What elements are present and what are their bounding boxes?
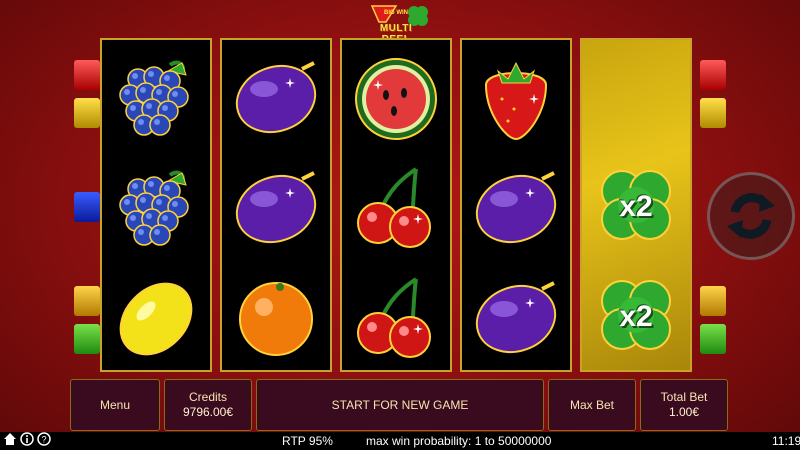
- reel-4: [460, 38, 572, 372]
- total-bet-display[interactable]: Total Bet 1.00€: [640, 379, 728, 431]
- credits-value: 9796.00€: [182, 405, 234, 419]
- plum-symbol: [222, 42, 330, 152]
- grapes-symbol: [102, 152, 210, 262]
- svg-text:?: ?: [41, 435, 46, 445]
- max-win-text: max win probability: 1 to 50000000: [366, 434, 552, 448]
- info-icon[interactable]: [20, 432, 34, 449]
- multiplier-label: x2: [619, 300, 653, 333]
- line-indicator: [74, 286, 100, 316]
- total-bet-value: 1.00€: [668, 405, 700, 419]
- reel-3: [340, 38, 452, 372]
- line-indicator: [74, 98, 100, 128]
- line-indicator: [700, 286, 726, 316]
- line-indicator: [74, 60, 100, 90]
- rtp-text: RTP 95%: [282, 434, 333, 448]
- plum-symbol: [222, 152, 330, 262]
- line-indicator: [700, 324, 726, 354]
- line-indicator: [74, 192, 100, 222]
- watermelon-symbol: [342, 42, 450, 152]
- plum-icon: [235, 171, 317, 244]
- watermelon-icon: [355, 58, 437, 140]
- cherries-icon: [357, 167, 431, 248]
- plum-symbol: [462, 262, 570, 372]
- credits-display: Credits 9796.00€: [164, 379, 252, 431]
- spin-button[interactable]: [707, 172, 795, 260]
- cherries-symbol: [342, 152, 450, 262]
- max-bet-label: Max Bet: [569, 397, 614, 412]
- lemon-symbol: [102, 262, 210, 372]
- help-icon[interactable]: ?: [37, 432, 51, 449]
- grapes-icon: [119, 170, 189, 246]
- plum-icon: [475, 281, 557, 354]
- logo-line1: BIG WIN: [384, 10, 408, 16]
- menu-button[interactable]: Menu: [70, 379, 160, 431]
- status-bar: ? RTP 95% max win probability: 1 to 5000…: [0, 432, 800, 450]
- plum-icon: [235, 61, 317, 134]
- total-bet-label: Total Bet: [660, 390, 708, 404]
- cherries-icon: [357, 277, 431, 358]
- reel-5: x2 x2: [580, 38, 692, 372]
- plum-symbol: [462, 152, 570, 262]
- start-label: START FOR NEW GAME: [331, 397, 469, 412]
- multiplier-label: x2: [619, 190, 653, 223]
- plum-icon: [475, 171, 557, 244]
- clover-x2-symbol: x2: [582, 262, 690, 372]
- strawberry-icon: [484, 61, 548, 141]
- clock-text: 11:19: [772, 434, 800, 448]
- credits-label: Credits: [188, 390, 227, 404]
- grapes-icon: [119, 60, 189, 136]
- game-logo: BIG WIN MULTI REEL: [366, 2, 438, 45]
- line-indicator: [700, 98, 726, 128]
- orange-icon: [239, 282, 313, 356]
- reel-1: [100, 38, 212, 372]
- start-button[interactable]: START FOR NEW GAME: [256, 379, 544, 431]
- reel-2: [220, 38, 332, 372]
- max-bet-button[interactable]: Max Bet: [548, 379, 636, 431]
- home-icon[interactable]: [3, 432, 17, 449]
- line-indicator: [700, 60, 726, 90]
- menu-label: Menu: [99, 397, 131, 412]
- cherries-symbol: [342, 262, 450, 372]
- clover-x2-symbol: x2: [582, 152, 690, 262]
- orange-symbol: [222, 262, 330, 372]
- grapes-symbol: [102, 42, 210, 152]
- line-indicator: [74, 324, 100, 354]
- lemon-icon: [119, 282, 193, 356]
- strawberry-symbol: [462, 42, 570, 152]
- spin-icon: [727, 193, 775, 239]
